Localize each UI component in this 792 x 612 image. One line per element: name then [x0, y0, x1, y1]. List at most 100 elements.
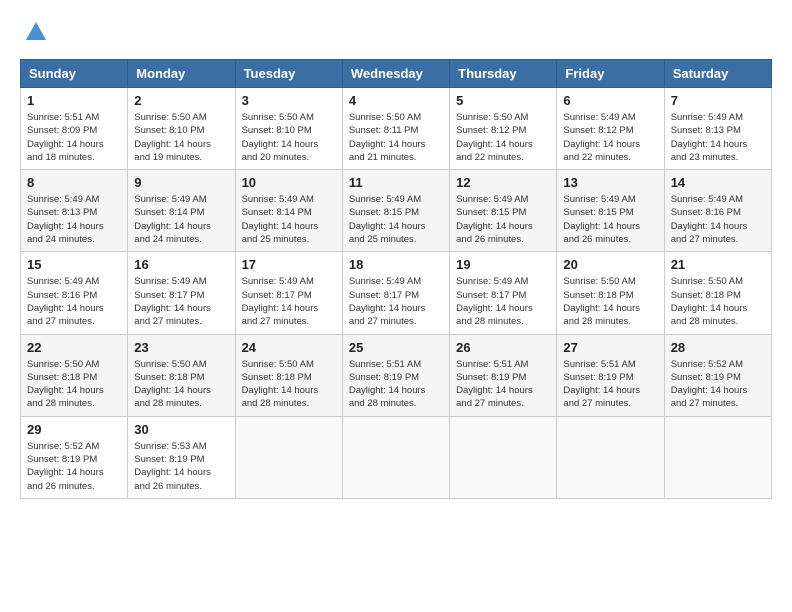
calendar-week-2: 8 Sunrise: 5:49 AM Sunset: 8:13 PM Dayli… — [21, 170, 772, 252]
day-info: Sunrise: 5:49 AM Sunset: 8:13 PM Dayligh… — [27, 193, 121, 246]
calendar-cell — [664, 416, 771, 498]
calendar-cell: 17 Sunrise: 5:49 AM Sunset: 8:17 PM Dayl… — [235, 252, 342, 334]
calendar-cell: 22 Sunrise: 5:50 AM Sunset: 8:18 PM Dayl… — [21, 334, 128, 416]
calendar-cell: 11 Sunrise: 5:49 AM Sunset: 8:15 PM Dayl… — [342, 170, 449, 252]
calendar-cell: 12 Sunrise: 5:49 AM Sunset: 8:15 PM Dayl… — [450, 170, 557, 252]
calendar-header-monday: Monday — [128, 60, 235, 88]
day-number: 13 — [563, 175, 657, 190]
day-number: 6 — [563, 93, 657, 108]
day-number: 2 — [134, 93, 228, 108]
day-info: Sunrise: 5:50 AM Sunset: 8:18 PM Dayligh… — [671, 275, 765, 328]
day-info: Sunrise: 5:51 AM Sunset: 8:19 PM Dayligh… — [349, 358, 443, 411]
calendar-cell: 2 Sunrise: 5:50 AM Sunset: 8:10 PM Dayli… — [128, 88, 235, 170]
day-number: 18 — [349, 257, 443, 272]
day-number: 1 — [27, 93, 121, 108]
day-info: Sunrise: 5:49 AM Sunset: 8:15 PM Dayligh… — [563, 193, 657, 246]
logo — [20, 20, 48, 49]
calendar-cell — [235, 416, 342, 498]
calendar-week-1: 1 Sunrise: 5:51 AM Sunset: 8:09 PM Dayli… — [21, 88, 772, 170]
calendar-header-wednesday: Wednesday — [342, 60, 449, 88]
day-info: Sunrise: 5:50 AM Sunset: 8:11 PM Dayligh… — [349, 111, 443, 164]
calendar-header-row: SundayMondayTuesdayWednesdayThursdayFrid… — [21, 60, 772, 88]
calendar-cell — [342, 416, 449, 498]
day-number: 12 — [456, 175, 550, 190]
day-info: Sunrise: 5:51 AM Sunset: 8:19 PM Dayligh… — [563, 358, 657, 411]
calendar-header-saturday: Saturday — [664, 60, 771, 88]
calendar-cell: 4 Sunrise: 5:50 AM Sunset: 8:11 PM Dayli… — [342, 88, 449, 170]
day-number: 20 — [563, 257, 657, 272]
calendar-week-5: 29 Sunrise: 5:52 AM Sunset: 8:19 PM Dayl… — [21, 416, 772, 498]
calendar-cell — [557, 416, 664, 498]
day-info: Sunrise: 5:50 AM Sunset: 8:10 PM Dayligh… — [134, 111, 228, 164]
day-number: 4 — [349, 93, 443, 108]
day-number: 21 — [671, 257, 765, 272]
calendar-cell: 27 Sunrise: 5:51 AM Sunset: 8:19 PM Dayl… — [557, 334, 664, 416]
day-number: 8 — [27, 175, 121, 190]
day-number: 17 — [242, 257, 336, 272]
calendar-cell: 18 Sunrise: 5:49 AM Sunset: 8:17 PM Dayl… — [342, 252, 449, 334]
logo-icon — [24, 20, 48, 44]
page-header — [20, 20, 772, 49]
calendar-cell: 9 Sunrise: 5:49 AM Sunset: 8:14 PM Dayli… — [128, 170, 235, 252]
day-number: 22 — [27, 340, 121, 355]
day-info: Sunrise: 5:50 AM Sunset: 8:18 PM Dayligh… — [242, 358, 336, 411]
day-number: 5 — [456, 93, 550, 108]
calendar-cell: 24 Sunrise: 5:50 AM Sunset: 8:18 PM Dayl… — [235, 334, 342, 416]
day-info: Sunrise: 5:49 AM Sunset: 8:15 PM Dayligh… — [349, 193, 443, 246]
calendar-header-tuesday: Tuesday — [235, 60, 342, 88]
calendar-cell: 23 Sunrise: 5:50 AM Sunset: 8:18 PM Dayl… — [128, 334, 235, 416]
day-info: Sunrise: 5:50 AM Sunset: 8:18 PM Dayligh… — [563, 275, 657, 328]
calendar-cell: 6 Sunrise: 5:49 AM Sunset: 8:12 PM Dayli… — [557, 88, 664, 170]
calendar-cell: 1 Sunrise: 5:51 AM Sunset: 8:09 PM Dayli… — [21, 88, 128, 170]
calendar-header-thursday: Thursday — [450, 60, 557, 88]
day-info: Sunrise: 5:49 AM Sunset: 8:16 PM Dayligh… — [27, 275, 121, 328]
day-number: 30 — [134, 422, 228, 437]
day-number: 27 — [563, 340, 657, 355]
day-number: 14 — [671, 175, 765, 190]
day-number: 28 — [671, 340, 765, 355]
day-number: 11 — [349, 175, 443, 190]
calendar-cell: 8 Sunrise: 5:49 AM Sunset: 8:13 PM Dayli… — [21, 170, 128, 252]
day-info: Sunrise: 5:52 AM Sunset: 8:19 PM Dayligh… — [27, 440, 121, 493]
calendar-cell: 15 Sunrise: 5:49 AM Sunset: 8:16 PM Dayl… — [21, 252, 128, 334]
calendar-cell: 16 Sunrise: 5:49 AM Sunset: 8:17 PM Dayl… — [128, 252, 235, 334]
calendar-cell: 13 Sunrise: 5:49 AM Sunset: 8:15 PM Dayl… — [557, 170, 664, 252]
day-number: 10 — [242, 175, 336, 190]
calendar-cell: 20 Sunrise: 5:50 AM Sunset: 8:18 PM Dayl… — [557, 252, 664, 334]
day-info: Sunrise: 5:50 AM Sunset: 8:18 PM Dayligh… — [134, 358, 228, 411]
day-info: Sunrise: 5:49 AM Sunset: 8:17 PM Dayligh… — [456, 275, 550, 328]
day-info: Sunrise: 5:49 AM Sunset: 8:17 PM Dayligh… — [134, 275, 228, 328]
calendar-cell: 30 Sunrise: 5:53 AM Sunset: 8:19 PM Dayl… — [128, 416, 235, 498]
day-number: 25 — [349, 340, 443, 355]
calendar-cell — [450, 416, 557, 498]
day-info: Sunrise: 5:49 AM Sunset: 8:14 PM Dayligh… — [242, 193, 336, 246]
day-info: Sunrise: 5:52 AM Sunset: 8:19 PM Dayligh… — [671, 358, 765, 411]
day-info: Sunrise: 5:51 AM Sunset: 8:09 PM Dayligh… — [27, 111, 121, 164]
calendar-cell: 25 Sunrise: 5:51 AM Sunset: 8:19 PM Dayl… — [342, 334, 449, 416]
day-info: Sunrise: 5:49 AM Sunset: 8:15 PM Dayligh… — [456, 193, 550, 246]
calendar-header-friday: Friday — [557, 60, 664, 88]
day-number: 23 — [134, 340, 228, 355]
calendar-cell: 28 Sunrise: 5:52 AM Sunset: 8:19 PM Dayl… — [664, 334, 771, 416]
day-info: Sunrise: 5:49 AM Sunset: 8:17 PM Dayligh… — [242, 275, 336, 328]
day-info: Sunrise: 5:49 AM Sunset: 8:17 PM Dayligh… — [349, 275, 443, 328]
day-number: 15 — [27, 257, 121, 272]
calendar-cell: 19 Sunrise: 5:49 AM Sunset: 8:17 PM Dayl… — [450, 252, 557, 334]
day-number: 7 — [671, 93, 765, 108]
calendar-cell: 14 Sunrise: 5:49 AM Sunset: 8:16 PM Dayl… — [664, 170, 771, 252]
calendar-week-4: 22 Sunrise: 5:50 AM Sunset: 8:18 PM Dayl… — [21, 334, 772, 416]
day-info: Sunrise: 5:49 AM Sunset: 8:12 PM Dayligh… — [563, 111, 657, 164]
day-number: 24 — [242, 340, 336, 355]
day-info: Sunrise: 5:51 AM Sunset: 8:19 PM Dayligh… — [456, 358, 550, 411]
calendar-cell: 5 Sunrise: 5:50 AM Sunset: 8:12 PM Dayli… — [450, 88, 557, 170]
day-info: Sunrise: 5:49 AM Sunset: 8:14 PM Dayligh… — [134, 193, 228, 246]
day-info: Sunrise: 5:49 AM Sunset: 8:16 PM Dayligh… — [671, 193, 765, 246]
day-number: 3 — [242, 93, 336, 108]
day-info: Sunrise: 5:49 AM Sunset: 8:13 PM Dayligh… — [671, 111, 765, 164]
calendar-cell: 7 Sunrise: 5:49 AM Sunset: 8:13 PM Dayli… — [664, 88, 771, 170]
calendar-cell: 29 Sunrise: 5:52 AM Sunset: 8:19 PM Dayl… — [21, 416, 128, 498]
day-info: Sunrise: 5:53 AM Sunset: 8:19 PM Dayligh… — [134, 440, 228, 493]
calendar-cell: 21 Sunrise: 5:50 AM Sunset: 8:18 PM Dayl… — [664, 252, 771, 334]
day-number: 16 — [134, 257, 228, 272]
calendar-header-sunday: Sunday — [21, 60, 128, 88]
